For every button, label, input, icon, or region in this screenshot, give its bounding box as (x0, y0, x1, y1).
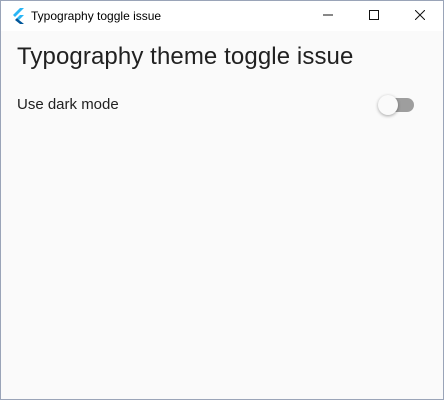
page-title: Typography theme toggle issue (17, 43, 354, 70)
minimize-icon (323, 7, 333, 25)
switch-thumb (378, 95, 398, 115)
window-title: Typography toggle issue (31, 9, 162, 23)
maximize-button[interactable] (351, 1, 397, 31)
dark-mode-switch[interactable] (378, 95, 416, 115)
dark-mode-setting-row[interactable]: Use dark mode (1, 87, 443, 123)
window-controls (305, 1, 443, 31)
main-content: Typography theme toggle issue Use dark m… (1, 31, 443, 399)
flutter-icon (10, 8, 26, 24)
maximize-icon (369, 7, 379, 25)
close-button[interactable] (397, 1, 443, 31)
app-window: Typography toggle issue Typography theme… (0, 0, 444, 400)
minimize-button[interactable] (305, 1, 351, 31)
dark-mode-label: Use dark mode (17, 96, 119, 113)
title-bar[interactable]: Typography toggle issue (1, 1, 443, 31)
close-icon (414, 7, 426, 25)
